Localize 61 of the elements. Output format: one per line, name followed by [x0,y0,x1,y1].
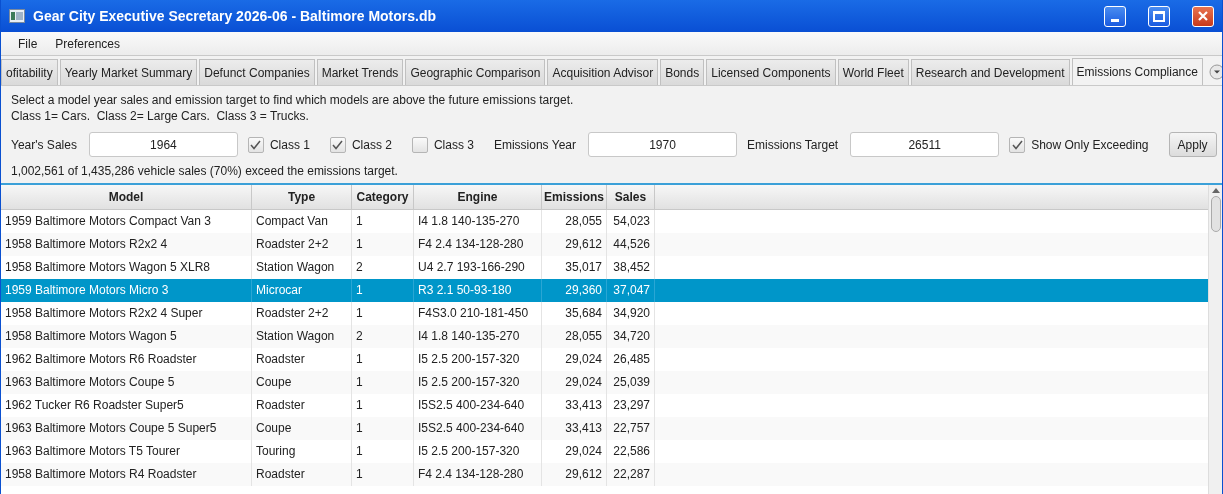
checkbox-label: Class 2 [351,136,392,154]
tab[interactable]: Geographic Comparison [405,59,546,85]
table-cell: 1 [352,463,414,486]
table-row[interactable]: 1958 Baltimore Motors R2x2 4 Roadster 2+2 1 F4 2.4 134-128-280 29,612 44,526 [1,233,1208,256]
table-cell: F4 2.4 134-128-280 [414,463,542,486]
column-header[interactable]: Type [252,185,352,209]
input-field[interactable]: 26511 [850,132,1000,157]
instruction-text: Class 1= Cars. Class 2= Large Cars. Class 3 = Trucks. [11,108,310,124]
field-label: Year's Sales [11,136,77,154]
instruction-text: Select a model year sales and emission target to find which models are above the future emissions target. [11,92,575,108]
checkbox[interactable] [329,136,346,153]
input-field[interactable]: 1964 [88,132,238,157]
tab[interactable]: World Fleet [837,59,909,85]
tab[interactable]: Market Trends [316,59,404,85]
summary-text: 1,002,561 of 1,435,286 vehicle sales (70%) exceed the emissions target. [11,163,399,179]
table-row[interactable]: 1963 Baltimore Motors Coupe 5 Coupe 1 I5 2.5 200-157-320 29,024 25,039 [1,371,1208,394]
tab[interactable]: Defunct Companies [199,59,315,85]
input-field[interactable]: 1970 [588,132,737,157]
field-label: Emissions Year [493,136,576,154]
table-row[interactable]: 1958 Baltimore Motors Wagon 5 Station Wagon 2 I4 1.8 140-135-270 28,055 34,720 [1,325,1208,348]
checkbox[interactable] [411,136,428,153]
field-label: Emissions Target [747,136,839,154]
tab[interactable]: Yearly Market Summary [59,59,198,85]
checkbox[interactable] [247,136,264,153]
table-cell: 22,287 [607,463,655,486]
scroll-up-icon[interactable] [1211,187,1220,193]
table-cell: 1958 Baltimore Motors R4 Roadster [1,463,252,486]
maximize-button[interactable] [1148,5,1170,27]
app-icon [9,9,25,23]
column-header[interactable]: Model [1,185,252,209]
table-row[interactable]: 1963 Baltimore Motors Coupe 5 Super5 Coupe 1 I5S2.5 400-234-640 33,413 22,757 [1,417,1208,440]
tab[interactable]: Research and Development [910,59,1070,85]
scrollbar[interactable] [1208,185,1222,494]
table-cell: Roadster [252,463,352,486]
checkbox-label: Show Only Exceeding [1031,136,1149,154]
tab[interactable]: Acquisition Advisor [547,59,659,85]
minimize-button[interactable] [1104,5,1126,27]
column-header[interactable]: Engine [414,185,542,209]
checkmark-icon [1011,139,1023,150]
column-header[interactable]: Category [352,185,414,209]
table-cell: 29,612 [542,463,607,486]
tab[interactable]: Bonds [660,59,705,85]
checkbox[interactable] [1009,136,1026,153]
column-header[interactable]: Emissions [542,185,607,209]
window-title: Gear City Executive Secretary 2026-06 - Baltimore Motors.db [33,6,437,26]
table-row[interactable]: 1958 Baltimore Motors R4 Roadster Roadster 1 F4 2.4 134-128-280 29,612 22,287 [1,463,1208,486]
tab[interactable]: ofitability [1,59,58,85]
menu-item[interactable]: File [9,34,47,53]
tab[interactable]: Licensed Components [706,59,836,85]
close-button[interactable] [1192,5,1214,27]
close-icon [1197,10,1209,22]
checkmark-icon [332,139,344,150]
scroll-thumb[interactable] [1210,196,1221,232]
dropdown-icon[interactable] [1208,64,1222,80]
column-header[interactable]: Sales [607,185,655,209]
menu-item[interactable]: Preferences [46,34,130,53]
checkbox-label: Class 1 [269,136,310,154]
checkmark-icon [250,139,262,150]
checkbox-label: Class 3 [433,136,474,154]
apply-button[interactable]: Apply [1168,132,1217,157]
tab[interactable]: Emissions Compliance [1071,58,1203,85]
